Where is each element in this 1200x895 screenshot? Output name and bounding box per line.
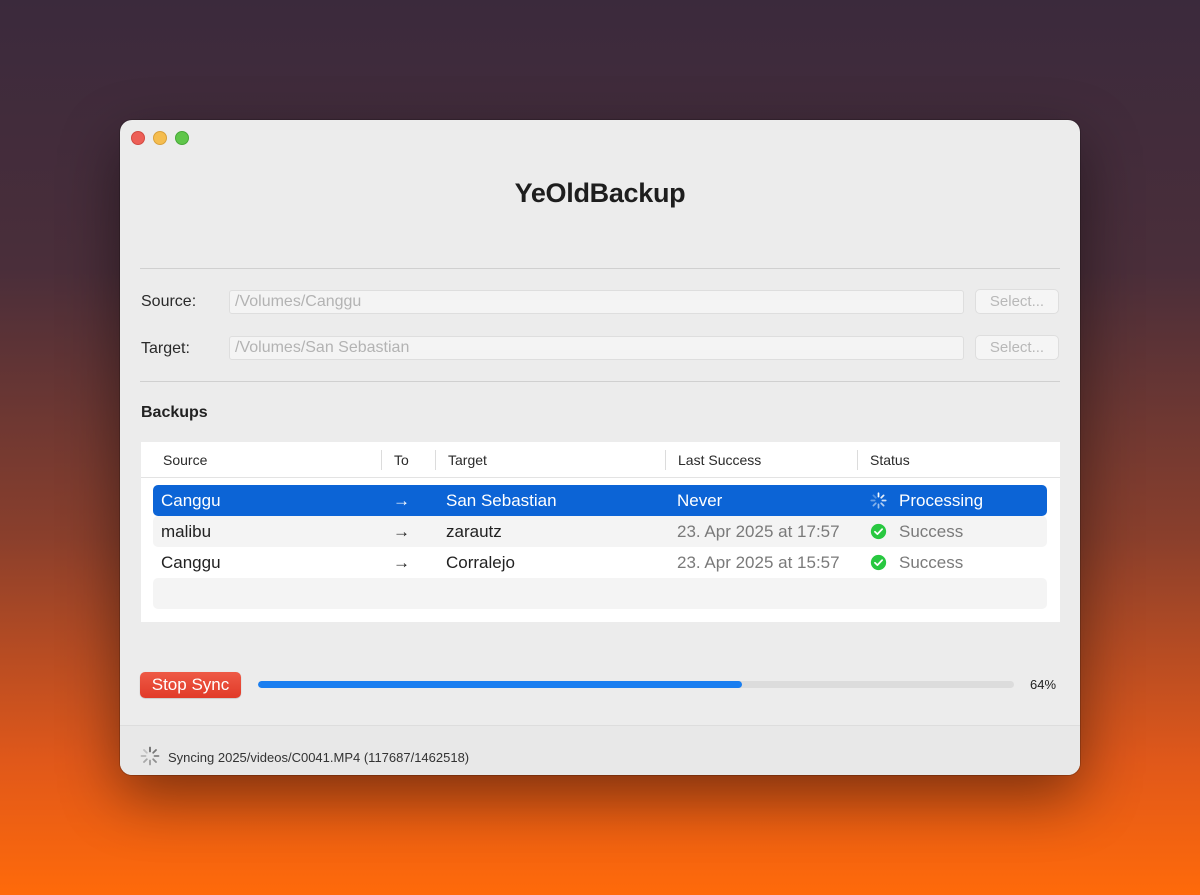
sync-status-text: Syncing 2025/videos/C0041.MP4 (117687/14… bbox=[168, 750, 470, 765]
status-bar: Syncing 2025/videos/C0041.MP4 (117687/14… bbox=[120, 725, 1080, 775]
target-label: Target: bbox=[141, 340, 190, 357]
row-source: Canggu bbox=[161, 491, 221, 510]
divider bbox=[140, 268, 1060, 269]
sync-progress-percent: 64% bbox=[1030, 677, 1057, 692]
check-circle-icon bbox=[870, 554, 887, 571]
backups-table: Source To Target Last Success Status Can… bbox=[141, 442, 1060, 622]
arrow-right-icon: → bbox=[393, 491, 410, 510]
sync-progress-fill bbox=[258, 681, 742, 688]
stop-sync-button[interactable]: Stop Sync bbox=[140, 672, 241, 698]
column-divider bbox=[665, 450, 666, 470]
table-row[interactable]: Canggu → Corralejo 23. Apr 2025 at 15:57… bbox=[153, 547, 1047, 578]
target-path-field[interactable]: /Volumes/San Sebastian bbox=[229, 336, 964, 360]
arrow-right-icon: → bbox=[393, 522, 410, 541]
window-controls bbox=[131, 131, 189, 145]
row-source: Canggu bbox=[161, 553, 221, 572]
row-target: Corralejo bbox=[446, 553, 515, 572]
backups-section-title: Backups bbox=[141, 404, 208, 421]
row-status: Success bbox=[899, 553, 964, 572]
row-source: malibu bbox=[161, 522, 212, 541]
row-last-success: Never bbox=[677, 491, 723, 510]
column-header-to[interactable]: To bbox=[394, 452, 409, 468]
row-last-success: 23. Apr 2025 at 17:57 bbox=[677, 522, 840, 541]
table-row[interactable]: Canggu → San Sebastian Never Processing bbox=[153, 485, 1047, 516]
column-divider bbox=[435, 450, 436, 470]
minimize-window-button[interactable] bbox=[153, 131, 167, 145]
check-circle-icon bbox=[870, 523, 887, 540]
column-header-source[interactable]: Source bbox=[163, 452, 207, 468]
table-header: Source To Target Last Success Status bbox=[141, 442, 1060, 478]
row-target: zarautz bbox=[446, 522, 502, 541]
column-header-last-success[interactable]: Last Success bbox=[678, 452, 761, 468]
arrow-right-icon: → bbox=[393, 553, 410, 572]
table-row[interactable]: malibu → zarautz 23. Apr 2025 at 17:57 S… bbox=[153, 516, 1047, 547]
source-label: Source: bbox=[141, 293, 197, 310]
close-window-button[interactable] bbox=[131, 131, 145, 145]
column-divider bbox=[857, 450, 858, 470]
row-status: Success bbox=[899, 522, 964, 541]
row-status: Processing bbox=[899, 491, 984, 510]
spinner-icon bbox=[140, 746, 160, 766]
target-select-button[interactable]: Select... bbox=[975, 335, 1059, 360]
sync-progress-bar bbox=[258, 681, 1014, 688]
column-header-target[interactable]: Target bbox=[448, 452, 487, 468]
row-target: San Sebastian bbox=[446, 491, 557, 510]
zoom-window-button[interactable] bbox=[175, 131, 189, 145]
spinner-icon bbox=[870, 492, 887, 509]
app-window: YeOldBackup Source: /Volumes/Canggu Sele… bbox=[120, 120, 1080, 775]
row-last-success: 23. Apr 2025 at 15:57 bbox=[677, 553, 840, 572]
app-title: YeOldBackup bbox=[514, 178, 686, 208]
divider bbox=[140, 381, 1060, 382]
source-select-button[interactable]: Select... bbox=[975, 289, 1059, 314]
source-path-field[interactable]: /Volumes/Canggu bbox=[229, 290, 964, 314]
column-header-status[interactable]: Status bbox=[870, 452, 910, 468]
empty-table-row bbox=[153, 578, 1047, 609]
column-divider bbox=[381, 450, 382, 470]
